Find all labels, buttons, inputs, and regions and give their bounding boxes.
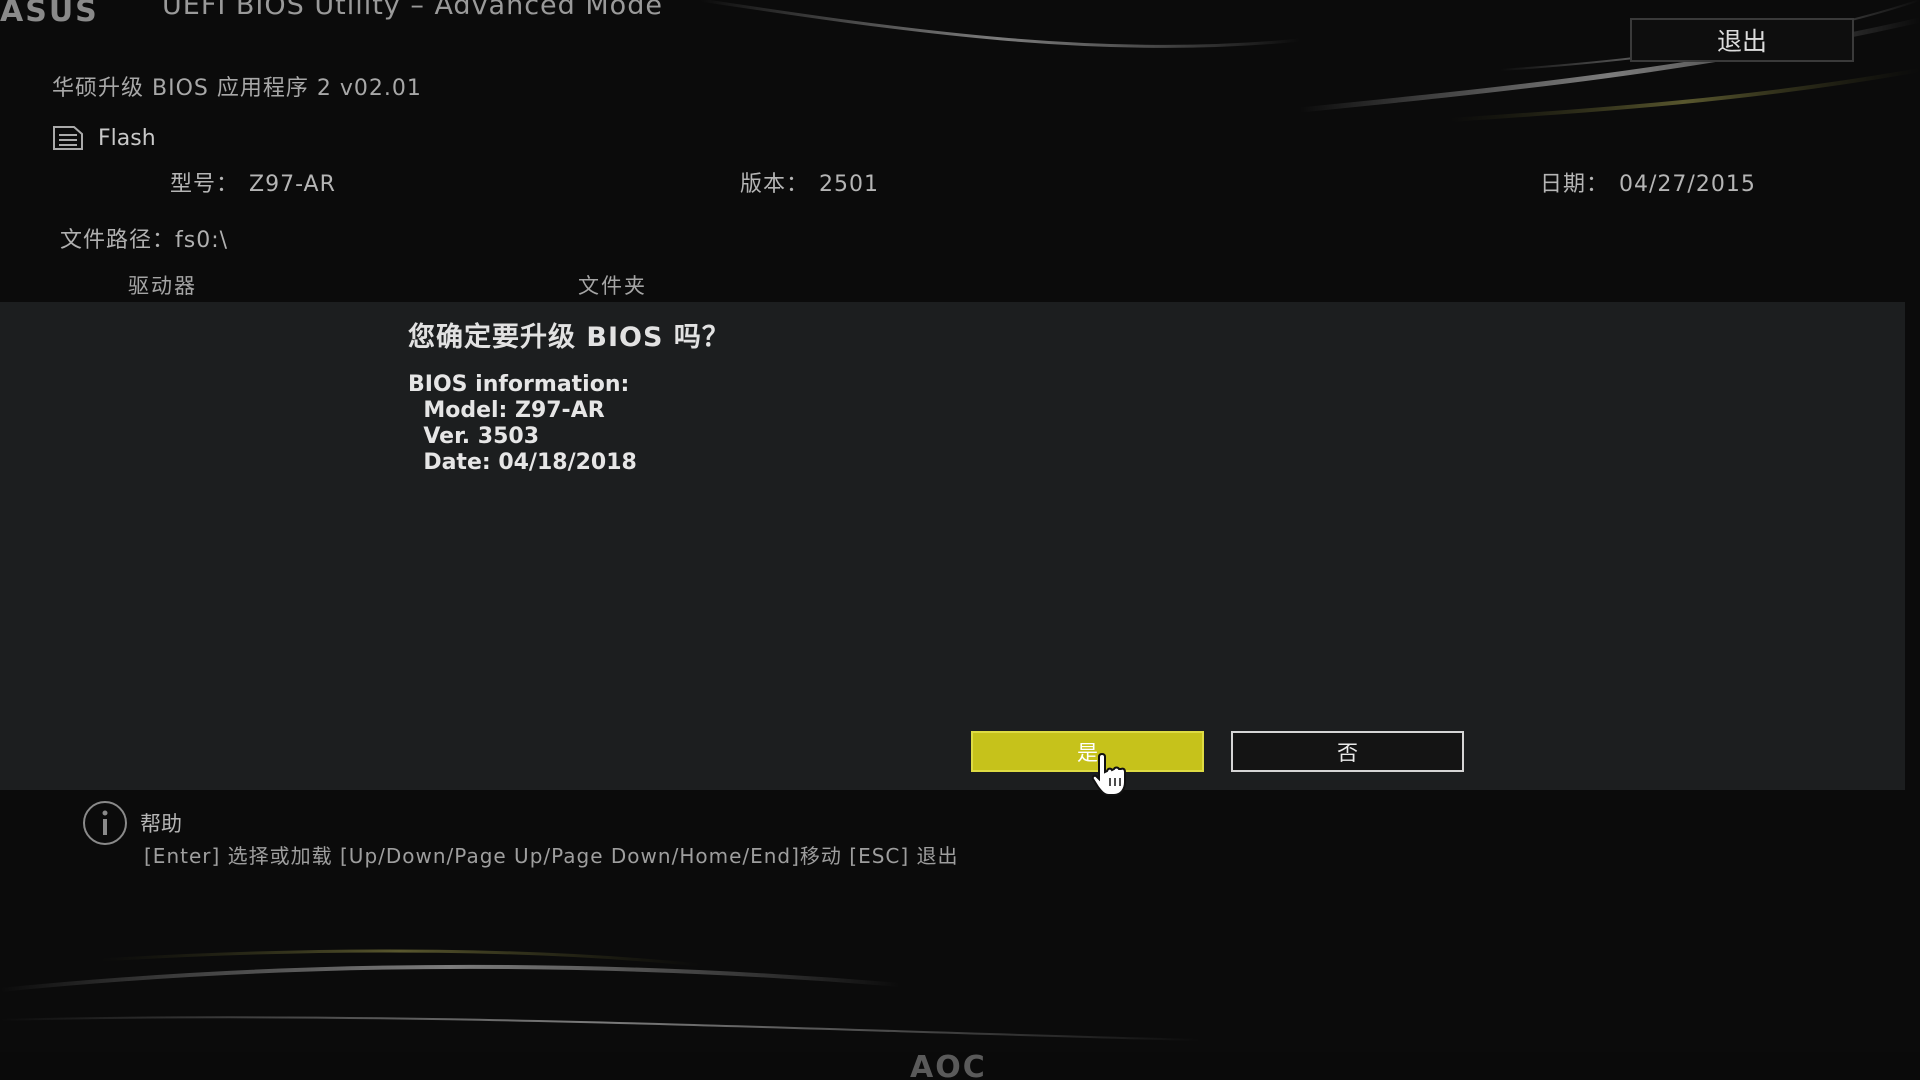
date-label: 日期： [1540, 172, 1610, 197]
confirm-dialog-panel [0, 302, 1905, 790]
bios-info-version: Ver. 3503 [408, 424, 540, 449]
bios-info-date: Date: 04/18/2018 [408, 450, 637, 475]
top-bar: ASUS UEFI BIOS Utility – Advanced Mode 退… [0, 0, 1920, 80]
model-value: Z97-AR [249, 172, 336, 197]
file-path: 文件路径：fs0:\ [60, 228, 229, 253]
date-value: 04/27/2015 [1619, 172, 1756, 197]
current-date: 日期： 04/27/2015 [1540, 166, 1756, 198]
help-text: [Enter] 选择或加载 [Up/Down/Page Up/Page Down… [144, 844, 959, 868]
column-header-drive: 驱动器 [128, 274, 197, 298]
flash-label: Flash [98, 125, 156, 151]
column-header-folder: 文件夹 [578, 274, 647, 298]
bios-screen: ASUS UEFI BIOS Utility – Advanced Mode 退… [0, 0, 1920, 1080]
info-icon [83, 801, 127, 845]
current-version: 版本： 2501 [740, 166, 879, 198]
no-button[interactable]: 否 [1231, 731, 1464, 772]
help-title: 帮助 [140, 812, 182, 836]
app-title: UEFI BIOS Utility – Advanced Mode [162, 0, 663, 21]
bios-info-model: Model: Z97-AR [408, 398, 605, 423]
exit-button[interactable]: 退出 [1630, 18, 1854, 62]
flash-section: Flash [52, 125, 156, 151]
monitor-brand-logo: AOC [910, 1050, 987, 1080]
model-label: 型号： [170, 172, 240, 197]
version-value: 2501 [819, 172, 880, 197]
utility-name: 华硕升级 BIOS 应用程序 2 v02.01 [52, 76, 422, 101]
asus-logo: ASUS [0, 0, 99, 29]
version-label: 版本： [740, 172, 810, 197]
yes-button[interactable]: 是 [971, 731, 1204, 772]
hand-cursor-icon [1091, 752, 1126, 796]
flash-icon [53, 126, 83, 150]
bios-info-block: BIOS information: Model: Z97-AR Ver. 350… [408, 372, 637, 476]
help-area: 帮助 [Enter] 选择或加载 [Up/Down/Page Up/Page D… [82, 800, 958, 868]
bios-info-header: BIOS information: [408, 372, 630, 397]
confirm-question: 您确定要升级 BIOS 吗？ [408, 322, 730, 353]
current-model: 型号： Z97-AR [170, 166, 336, 198]
